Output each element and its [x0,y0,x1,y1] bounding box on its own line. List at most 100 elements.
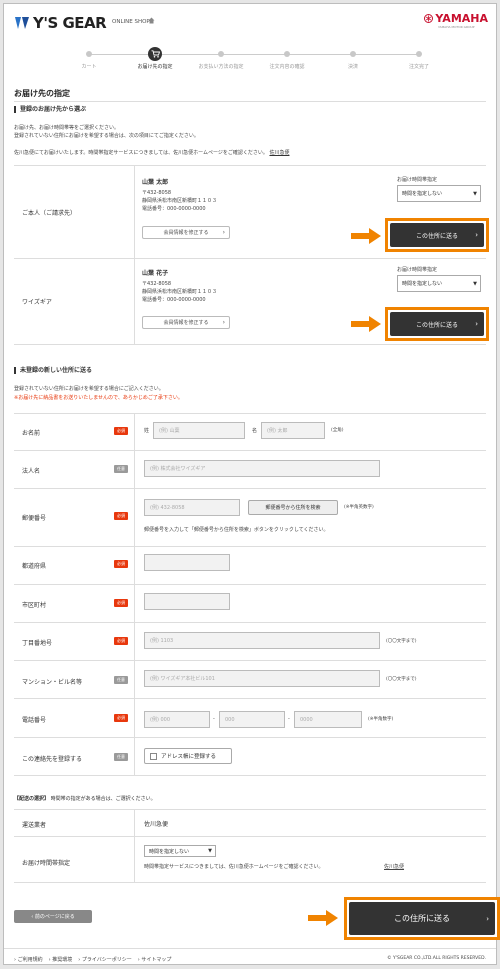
zip-input[interactable]: (例) 432-8058 [144,499,240,516]
orange-arrow-icon [308,910,338,926]
optional-badge: 任意 [114,753,128,761]
home-icon[interactable] [148,17,155,24]
title-divider [14,101,486,102]
send-address-big-button[interactable]: この住所に送る › [349,902,495,935]
registered-intro-2: 登録されていない住所にお届けを希望する場合は、次の項目にてご指定ください。 [14,133,199,139]
caret-down-icon: ▼ [473,280,477,287]
page-title: お届け先の指定 [14,89,70,98]
yamaha-tuning-fork-icon [424,14,434,23]
caret-down-icon: ▼ [473,190,477,197]
phone-sep-2: - [288,716,290,722]
new-address-intro: 登録されていない住所にお届けを希望する場合にご記入ください。 [14,386,164,392]
name-label: お名前 [22,430,41,437]
sagawa-link[interactable]: 佐川急便 [269,150,289,156]
optional-badge: 任意 [114,676,128,684]
footer-divider [4,948,496,949]
yamaha-word: YAMAHA [435,12,488,25]
sagawa-link-2[interactable]: 佐川急便 [384,863,404,870]
save-address-checkbox[interactable]: アドレス帳に登録する [144,748,232,764]
zip-search-button[interactable]: 郵便番号から住所を検索 [248,500,338,515]
phone-sep-1: - [213,716,215,722]
required-badge: 必須 [114,599,128,607]
save-row [14,737,486,775]
orange-arrow-icon [351,316,381,332]
last-name-input[interactable]: (例) 山葉 [153,422,245,439]
address-name-2: 山葉 花子 [142,270,169,277]
delivery-time-label-2: お届け時間帯指定 [397,267,438,273]
company-input[interactable]: (例) 株式会社ワイズギア [144,460,380,477]
address-zip-1: 〒432-8058 [142,190,172,196]
delivery-time-select-1[interactable]: 時間を指定しない ▼ [397,185,481,202]
step-cart: カート [59,48,119,70]
building-input[interactable]: (例) ワイズギア本社ビル101 [144,670,380,687]
phone-input-2[interactable]: 000 [219,711,285,728]
shipping-bottom-rule [14,882,486,883]
registered-intro-3: 佐川急便にてお届けいたします。時間帯指定サービスにつきましては、佐川急便ホームペ… [14,150,290,156]
save-label: この連絡先を登録する [22,756,83,763]
shipping-time-select[interactable]: 時間を指定しない ▼ [144,845,216,857]
orange-arrow-icon [351,228,381,244]
phone-note: (※半角数字) [368,717,394,722]
edit-member-button-1[interactable]: 会員情報を修正する › [142,226,230,239]
address-name-1: 山葉 太郎 [142,179,169,186]
address-phone-2: 電話番号：000-0000-0000 [142,297,206,303]
last-name-prefix: 姓 [144,428,150,434]
checkout-progress: カート お届け先の指定 お支払い方法の指定 注文内容の確認 決済 注文完了 [64,47,444,78]
address-zip-2: 〒432-8058 [142,281,172,287]
chevron-right-icon: › [486,914,489,923]
zip-label: 郵便番号 [22,515,47,522]
street-input[interactable]: (例) 1103 [144,632,380,649]
send-address-button-2-highlight: この住所に送る › [385,307,489,341]
shipping-time-note: 時間帯指定サービスにつきましては、佐川急便ホームページをご確認ください。 [144,864,324,870]
form-bottom-rule [14,775,486,776]
required-badge: 必須 [114,512,128,520]
ysgear-logo[interactable]: Y'S GEAR [14,14,107,32]
shipping-heading-line: 【配送の選択】 時間帯の指定がある場合は、ご選択ください。 [14,795,156,803]
name-note: (全角) [331,428,344,433]
footer-link-privacy[interactable]: › プライバシーポリシー [78,956,132,963]
required-badge: 必須 [114,560,128,568]
phone-input-1[interactable]: (例) 000 [144,711,210,728]
required-badge: 必須 [114,714,128,722]
send-address-button-1[interactable]: この住所に送る › [390,223,484,247]
chevron-right-icon: › [222,319,225,326]
chevron-right-icon: › [222,229,225,236]
caret-down-icon: ▼ [208,848,212,854]
cart-icon [151,50,160,58]
address-street-1: 静岡県浜松市南区新橋町１１０３ [142,198,218,204]
phone-input-3[interactable]: 0000 [294,711,362,728]
address-street-2: 静岡県浜松市南区新橋町１１０３ [142,289,218,295]
building-label: マンション・ビル名等 [22,679,83,686]
prefecture-row [14,546,486,584]
footer-link-terms[interactable]: › ご利用規約 [14,956,43,963]
copyright: © Y'SGEAR CO.,LTD.ALL RIGHTS RESERVED. [387,956,486,961]
step-payment: お支払い方法の指定 [191,48,251,70]
required-badge: 必須 [114,637,128,645]
address-phone-1: 電話番号：000-0000-0000 [142,206,206,212]
delivery-time-select-2[interactable]: 時間を指定しない ▼ [397,275,481,292]
footer-link-env[interactable]: › 推奨環境 [49,956,73,963]
send-address-button-2[interactable]: この住所に送る › [390,312,484,336]
checkbox-icon [150,752,157,760]
yamaha-logo[interactable]: YAMAHA YAMAHA MOTOR GROUP [424,12,488,29]
registered-heading: 登録のお届け先から選ぶ [14,106,86,113]
edit-member-button-2[interactable]: 会員情報を修正する › [142,316,230,329]
prefecture-select[interactable] [144,554,230,571]
company-label: 法人名 [22,468,41,475]
footer-link-sitemap[interactable]: › サイトマップ [138,956,172,963]
city-input[interactable] [144,593,230,610]
required-badge: 必須 [114,427,128,435]
first-name-input[interactable]: (例) 太郎 [261,422,325,439]
chevron-right-icon: › [475,320,478,328]
back-button[interactable]: ‹ 前のページに戻る [14,910,92,923]
building-note: (〇〇文字まで) [386,677,417,682]
step-confirm: 注文内容の確認 [257,48,317,70]
step-complete: 注文完了 [389,48,449,70]
phone-label: 電話番号 [22,717,47,724]
shipping-heading: 【配送の選択】 [14,796,50,802]
zip-row [14,488,486,546]
send-address-button-1-highlight: この住所に送る › [385,218,489,252]
new-address-warning: ※お届け先に納品書をお送りいたしませんので、あらかじめご了承下さい。 [14,395,183,401]
shipping-heading-note: 時間帯の指定がある場合は、ご選択ください。 [50,796,156,802]
address-label-1: ご本人（ご請求先） [22,210,77,217]
